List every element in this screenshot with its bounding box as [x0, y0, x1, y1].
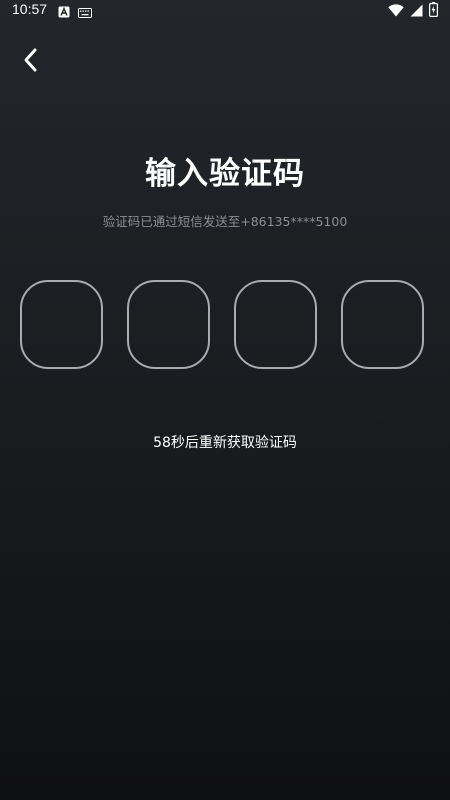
- page-title: 输入验证码: [145, 156, 305, 192]
- signal-icon: [410, 2, 423, 21]
- status-time: 10:57: [12, 1, 48, 17]
- a-notification-icon: [58, 3, 70, 22]
- status-right-icons: [388, 2, 439, 21]
- code-digit-box-2[interactable]: [127, 280, 210, 369]
- code-digit-box-1[interactable]: [20, 280, 103, 369]
- status-left-icons: [58, 3, 92, 22]
- sms-sent-subtitle: 验证码已通过短信发送至+86135****5100: [102, 214, 348, 229]
- verify-code-screen: 10:57 输入验证码 验证码已通过短信发送至+86135****5100 58…: [0, 0, 450, 800]
- chevron-left-icon: [22, 47, 38, 77]
- battery-icon: [429, 2, 439, 21]
- keyboard-icon: [78, 3, 92, 22]
- verification-code-input: [20, 280, 430, 372]
- code-digit-box-4[interactable]: [341, 280, 424, 369]
- status-bar: 10:57: [0, 0, 450, 20]
- resend-countdown: 58秒后重新获取验证码: [153, 435, 297, 451]
- wifi-icon: [388, 2, 404, 21]
- back-button[interactable]: [14, 46, 46, 78]
- code-digit-box-3[interactable]: [234, 280, 317, 369]
